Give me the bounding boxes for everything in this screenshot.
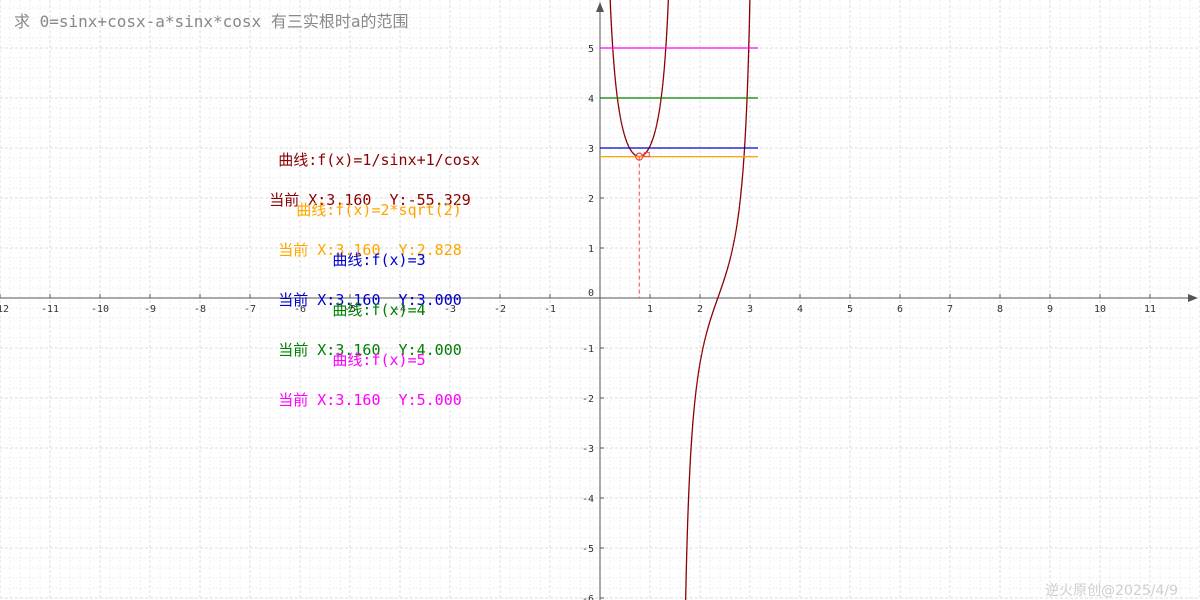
- watermark: 逆火原创@2025/4/9: [1045, 583, 1178, 599]
- x-tick-label: 1: [647, 304, 653, 315]
- x-tick-label: -9: [144, 304, 156, 315]
- x-tick-label: 2: [697, 304, 703, 315]
- x-tick-label: -2: [494, 304, 506, 315]
- page-title: 求 0=sinx+cosx-a*sinx*cosx 有三实根时a的范围: [14, 12, 409, 31]
- y-tick-label: -5: [582, 544, 594, 555]
- curve-label: 曲线:f(x)=2*sqrt(2): [296, 201, 462, 219]
- y-tick-label: 1: [588, 244, 594, 255]
- curve-label: 曲线:f(x)=3: [332, 251, 426, 269]
- plot-area: -12-11-10-9-8-7-6-5-4-3-2-11234567891011…: [0, 0, 1200, 600]
- y-tick-label: 3: [588, 144, 594, 155]
- y-tick-label: -3: [582, 444, 594, 455]
- y-tick-label: -4: [582, 494, 594, 505]
- curve-label: 曲线:f(x)=1/sinx+1/cosx: [278, 151, 480, 169]
- y-tick-label: 4: [588, 94, 594, 105]
- x-tick-label: 8: [997, 304, 1003, 315]
- x-tick-label: 11: [1144, 304, 1156, 315]
- y-tick-label: -6: [582, 594, 594, 600]
- x-tick-label: 7: [947, 304, 953, 315]
- curve-label: 曲线:f(x)=5: [332, 351, 426, 369]
- curve-current: 当前 X:3.160 Y:5.000: [278, 391, 462, 409]
- x-tick-label: 5: [847, 304, 853, 315]
- x-tick-label: 9: [1047, 304, 1053, 315]
- curve-info-4: 曲线:f(x)=5 当前 X:3.160 Y:5.000: [250, 330, 490, 430]
- y-tick-label: 0: [588, 288, 594, 299]
- y-tick-label: -1: [582, 344, 594, 355]
- curve-label: 曲线:f(x)=4: [332, 301, 426, 319]
- x-tick-label: -11: [41, 304, 59, 315]
- y-axis-arrow: [596, 2, 604, 12]
- x-tick-label: 6: [897, 304, 903, 315]
- y-tick-label: 2: [588, 194, 594, 205]
- x-tick-label: 10: [1094, 304, 1106, 315]
- x-tick-label: -12: [0, 304, 9, 315]
- x-tick-label: 4: [797, 304, 803, 315]
- x-tick-label: -8: [194, 304, 206, 315]
- y-tick-label: 5: [588, 44, 594, 55]
- x-tick-label: 3: [747, 304, 753, 315]
- x-tick-label: -10: [91, 304, 109, 315]
- x-tick-label: -1: [544, 304, 556, 315]
- y-tick-label: -2: [582, 394, 594, 405]
- x-axis-arrow: [1188, 294, 1198, 302]
